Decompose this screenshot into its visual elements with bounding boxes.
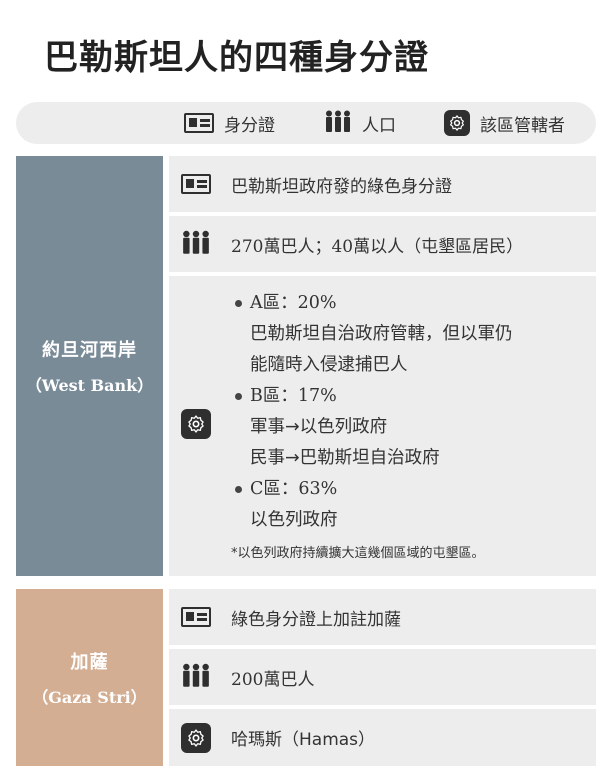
region-gaza: 加薩 （Gaza Stri） xyxy=(16,589,163,766)
west-bank-id-row: 巴勒斯坦政府發的綠色身分證 xyxy=(169,156,596,212)
legend-item-population: 人口 xyxy=(324,102,396,144)
page-title: 巴勒斯坦人的四種身分證 xyxy=(44,38,429,78)
legend-label-jurisdiction: 該區管轄者 xyxy=(480,115,565,136)
west-bank-id-text: 巴勒斯坦政府發的綠色身分證 xyxy=(231,176,452,197)
gaza-population-row: 200萬巴人 xyxy=(169,649,596,705)
zone-a-line-2: 能隨時入侵逮捕巴人 xyxy=(250,355,408,375)
id-card-icon xyxy=(184,113,214,133)
gaza-id-row: 綠色身分證上加註加薩 xyxy=(169,589,596,645)
legend-label-id: 身分證 xyxy=(224,115,275,136)
gaza-jurisdiction-text: 哈瑪斯（Hamas） xyxy=(231,730,376,750)
gear-icon xyxy=(444,110,470,136)
legend-label-population: 人口 xyxy=(362,115,396,136)
gaza-jurisdiction-row: 哈瑪斯（Hamas） xyxy=(169,709,596,766)
region-subtitle: （West Bank） xyxy=(25,376,154,395)
gear-icon xyxy=(181,722,211,753)
region-subtitle: （Gaza Stri） xyxy=(32,687,147,707)
region-name: 加薩 xyxy=(70,651,109,673)
zone-b-line-2: 民事→巴勒斯坦自治政府 xyxy=(250,448,440,468)
legend-bar: 身分證 人口 該區管轄者 xyxy=(16,102,596,144)
gear-icon xyxy=(181,409,211,439)
west-bank-population-row: 270萬巴人；40萬以人（屯墾區居民） xyxy=(169,216,596,272)
zone-a-line-1: 巴勒斯坦自治政府管轄，但以軍仍 xyxy=(250,324,513,344)
gaza-id-text: 綠色身分證上加註加薩 xyxy=(231,609,401,630)
zone-a-head: A區：20% xyxy=(250,293,337,313)
zone-c: C區：63% xyxy=(235,474,513,505)
legend-item-id: 身分證 xyxy=(184,102,275,144)
region-west-bank: 約旦河西岸 （West Bank） xyxy=(16,156,163,576)
zone-b-line-1: 軍事→以色列政府 xyxy=(250,417,388,437)
id-card-icon xyxy=(181,174,211,194)
id-card-icon xyxy=(181,607,211,627)
zone-c-line-1: 以色列政府 xyxy=(250,510,338,530)
zone-list: A區：20% 巴勒斯坦自治政府管轄，但以軍仍 能隨時入侵逮捕巴人 B區：17% … xyxy=(235,288,513,536)
people-icon xyxy=(181,230,211,258)
zone-b: B區：17% xyxy=(235,381,513,412)
zone-a: A區：20% xyxy=(235,288,513,319)
zone-c-head: C區：63% xyxy=(250,479,338,499)
settlement-note: *以色列政府持續擴大這幾個區域的屯墾區。 xyxy=(231,546,485,561)
region-name: 約旦河西岸 xyxy=(42,340,137,361)
gaza-population-text: 200萬巴人 xyxy=(231,669,315,690)
zone-b-head: B區：17% xyxy=(250,386,337,406)
west-bank-population-text: 270萬巴人；40萬以人（屯墾區居民） xyxy=(231,236,524,257)
legend-item-jurisdiction: 該區管轄者 xyxy=(444,102,565,144)
people-icon xyxy=(181,663,211,691)
west-bank-jurisdiction-row: A區：20% 巴勒斯坦自治政府管轄，但以軍仍 能隨時入侵逮捕巴人 B區：17% … xyxy=(169,276,596,576)
people-icon xyxy=(324,110,352,137)
